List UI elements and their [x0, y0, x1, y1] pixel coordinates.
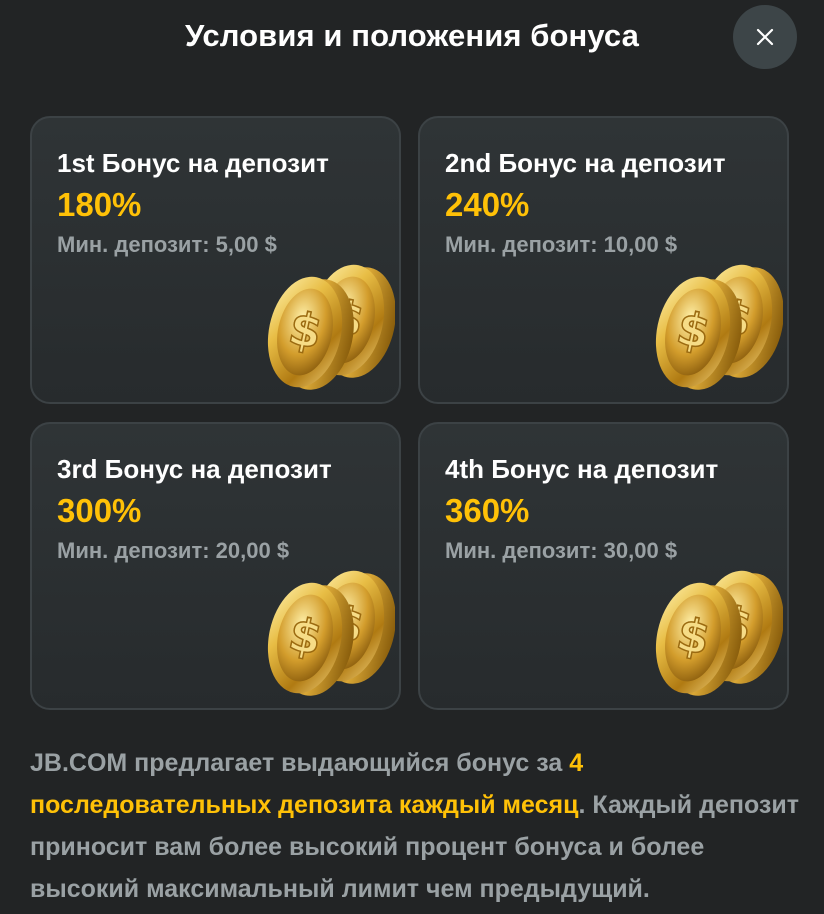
bonus-card-title: 3rd Бонус на депозит: [57, 454, 332, 484]
gold-coins-icon: [257, 256, 395, 394]
bonus-card-1[interactable]: 1st Бонус на депозит 180% Мин. депозит: …: [30, 116, 401, 404]
close-icon: [756, 28, 774, 46]
bonus-description: JB.COM предлагает выдающийся бонус за 4 …: [30, 742, 800, 910]
gold-coins-icon: [645, 562, 783, 700]
gold-coins-icon: [257, 562, 395, 700]
bonus-card-title: 4th Бонус на депозит: [445, 454, 719, 484]
bonus-card-percent: 360%: [445, 492, 530, 529]
bonus-card-3[interactable]: 3rd Бонус на депозит 300% Мин. депозит: …: [30, 422, 401, 710]
bonus-card-percent: 180%: [57, 186, 142, 223]
description-text: JB.COM предлагает выдающийся бонус за: [30, 749, 570, 777]
bonus-card-2[interactable]: 2nd Бонус на депозит 240% Мин. депозит: …: [418, 116, 789, 404]
modal-header: Условия и положения бонуса: [0, 0, 824, 76]
modal-title: Условия и положения бонуса: [184, 18, 639, 53]
bonus-card-percent: 300%: [57, 492, 142, 529]
bonus-cards-grid: 1st Бонус на депозит 180% Мин. депозит: …: [30, 116, 790, 710]
gold-coins-icon: [645, 256, 783, 394]
bonus-card-title: 1st Бонус на депозит: [57, 148, 329, 178]
bonus-card-min-deposit: Мин. депозит: 5,00 $: [57, 232, 277, 257]
bonus-card-percent: 240%: [445, 186, 530, 223]
bonus-card-title: 2nd Бонус на депозит: [445, 148, 726, 178]
close-button[interactable]: [733, 5, 797, 69]
bonus-card-4[interactable]: 4th Бонус на депозит 360% Мин. депозит: …: [418, 422, 789, 710]
